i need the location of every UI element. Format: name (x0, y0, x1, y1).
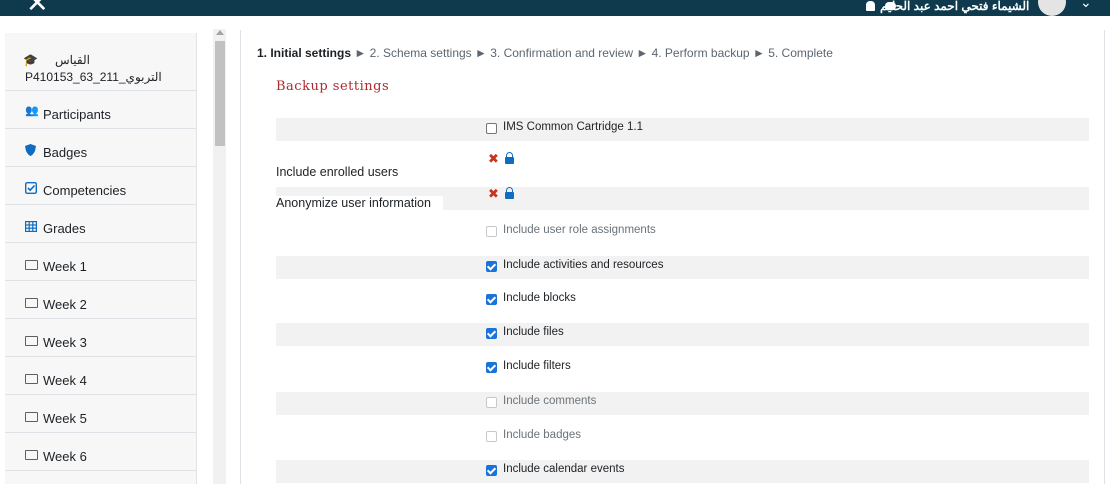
checkbox-role-assignments[interactable] (486, 226, 497, 237)
sidebar-item-label: Week 5 (43, 411, 87, 426)
cross-icon: ✖ (488, 187, 499, 202)
setting-row-files: Include files (276, 323, 1089, 346)
step-separator-icon: ► (752, 46, 765, 60)
checkbox-label[interactable]: Include files (503, 326, 564, 338)
step-separator-icon: ► (475, 46, 487, 60)
setting-row-comments: Include comments (276, 392, 1089, 415)
sidebar-course-line1: القياس (55, 53, 90, 67)
sidebar-item-week-4[interactable]: Week 4 (5, 357, 196, 395)
step-initial-settings: 1. Initial settings (257, 46, 352, 60)
content-divider (240, 30, 241, 484)
top-navbar: ✕ الشيماء فتحي احمد عبد الحليم ⌄ (0, 0, 1110, 17)
sidebar-item-week-6[interactable]: Week 6 (5, 433, 196, 471)
checkbox-label[interactable]: Include blocks (503, 292, 576, 304)
sidebar-item-label: Week 6 (43, 449, 87, 464)
lock-icon (505, 187, 514, 199)
checkbox-label: Include user role assignments (503, 224, 656, 236)
sidebar-item-badges[interactable]: Badges (5, 129, 196, 167)
step-schema-settings: 2. Schema settings (369, 46, 472, 60)
sidebar-item-label: Week 2 (43, 297, 87, 312)
sidebar-item-grades[interactable]: Grades (5, 205, 196, 243)
checkbox-label: Include comments (503, 395, 597, 407)
users-icon: 👥 (25, 105, 39, 117)
folder-icon (25, 450, 38, 460)
sidebar-item-label: Week 1 (43, 259, 87, 274)
scroll-up-arrow-icon[interactable] (216, 30, 224, 35)
setting-row-filters: Include filters (276, 357, 1089, 380)
setting-row-blocks: Include blocks (276, 289, 1089, 312)
step-complete: 5. Complete (768, 46, 833, 60)
close-icon[interactable]: ✕ (26, 0, 49, 17)
graduation-cap-icon: 🎓 (23, 53, 38, 67)
checkbox-label[interactable]: Include filters (503, 360, 571, 372)
sidebar-item-week-5[interactable]: Week 5 (5, 395, 196, 433)
checkbox-files[interactable] (486, 328, 497, 339)
setting-row-badges: Include badges (276, 426, 1089, 449)
checkbox-label[interactable]: Include activities and resources (503, 259, 663, 271)
sidebar-item-label: Badges (43, 145, 88, 160)
folder-icon (25, 336, 38, 346)
checkbox-badges[interactable] (486, 431, 497, 442)
step-separator-icon: ► (354, 46, 367, 60)
setting-row-activities: Include activities and resources (276, 256, 1089, 279)
checkbox-label[interactable]: IMS Common Cartridge 1.1 (503, 121, 643, 133)
checkbox-activities[interactable] (486, 261, 497, 272)
sidebar-item-week-3[interactable]: Week 3 (5, 319, 196, 357)
folder-icon (25, 298, 38, 308)
setting-row-anonymize: Anonymize user information ✖ (276, 187, 1089, 210)
sidebar-item-label: Week 3 (43, 335, 87, 350)
checkbox-label: Include badges (503, 429, 582, 441)
checkbox-filters[interactable] (486, 362, 497, 373)
sidebar-course-line2: P410153_63_211_التربوي (25, 70, 162, 84)
folder-icon (25, 260, 38, 270)
setting-row-role-assignments: Include user role assignments (276, 221, 1089, 244)
setting-label: Include enrolled users (276, 165, 399, 179)
setting-row-enrolled-users: Include enrolled users ✖ (276, 152, 1089, 179)
sidebar-item-week-2[interactable]: Week 2 (5, 281, 196, 319)
sidebar-item-competencies[interactable]: Competencies (5, 167, 196, 205)
setting-label: Anonymize user information (276, 196, 443, 210)
shield-icon (25, 143, 36, 161)
setting-row-imscc: IMS Common Cartridge 1.1 (276, 118, 1089, 141)
avatar[interactable] (1038, 0, 1066, 16)
chevron-down-icon[interactable]: ⌄ (1080, 0, 1092, 11)
folder-icon (25, 412, 38, 422)
sidebar-item-label: Competencies (43, 183, 127, 198)
sidebar-item-label: Participants (43, 107, 111, 122)
sidebar-scrollbar-thumb[interactable] (215, 41, 225, 146)
checkbox-label[interactable]: Include calendar events (503, 463, 624, 475)
course-index-drawer: 🎓 القياس P410153_63_211_التربوي 👥 Partic… (5, 33, 197, 484)
backup-progress-steps: 1. Initial settings ► 2. Schema settings… (257, 46, 833, 60)
setting-row-calendar: Include calendar events (276, 460, 1089, 483)
section-title: Backup settings (276, 79, 390, 94)
checkbox-calendar[interactable] (486, 465, 497, 476)
checkbox-blocks[interactable] (486, 294, 497, 305)
lock-icon (505, 152, 514, 164)
table-icon (25, 219, 38, 237)
bell-icon[interactable] (866, 1, 875, 11)
sidebar-item-week-1[interactable]: Week 1 (5, 243, 196, 281)
user-name[interactable]: الشيماء فتحي احمد عبد الحليم (880, 0, 1029, 13)
checkbox-comments[interactable] (486, 397, 497, 408)
content-right-border (1104, 30, 1105, 484)
sidebar-item-participants[interactable]: 👥 Participants (5, 91, 196, 129)
folder-icon (25, 374, 38, 384)
sidebar-item-label: Week 4 (43, 373, 87, 388)
checkbox-imscc[interactable] (486, 123, 497, 134)
sidebar-item-course[interactable]: 🎓 القياس P410153_63_211_التربوي (5, 33, 196, 91)
sidebar-item-label: Grades (43, 221, 86, 236)
cross-icon: ✖ (488, 152, 499, 167)
step-perform-backup: 4. Perform backup (651, 46, 750, 60)
check-square-icon (24, 181, 38, 199)
step-confirmation-review: 3. Confirmation and review (490, 46, 633, 60)
step-separator-icon: ► (636, 46, 649, 60)
